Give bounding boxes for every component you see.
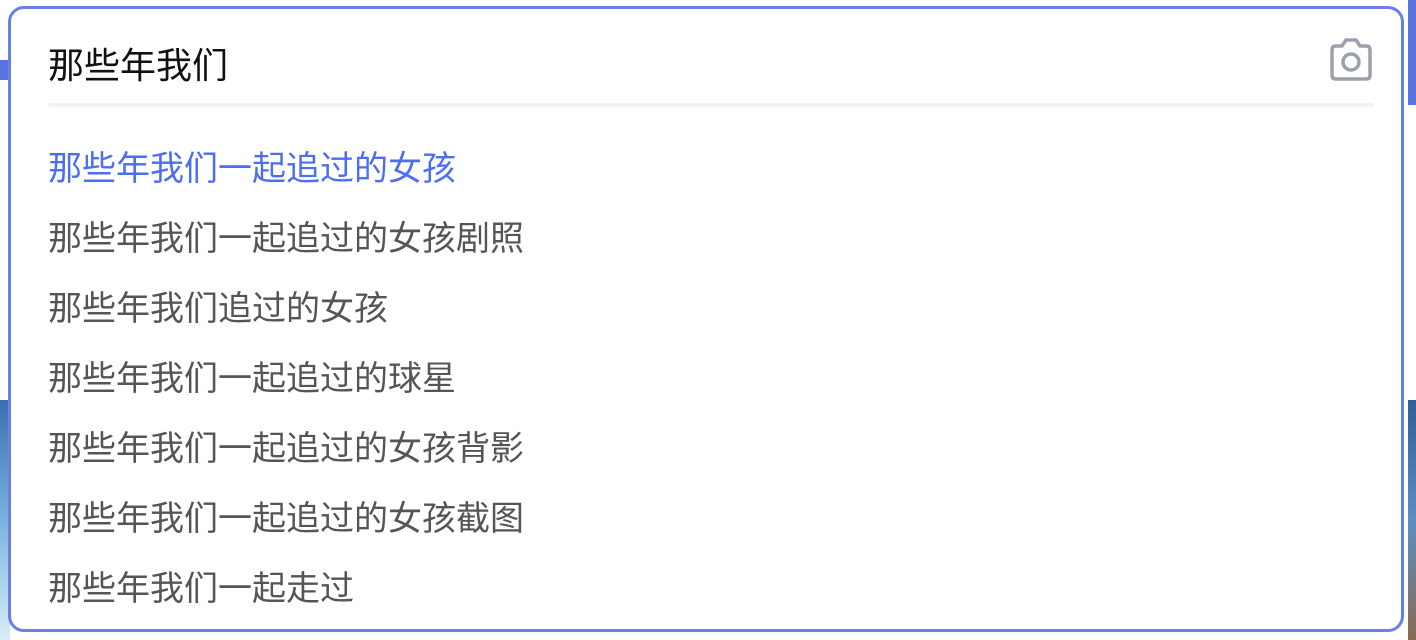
background-fragment-right-top	[1408, 0, 1416, 105]
suggestion-item[interactable]: 那些年我们一起追过的女孩截图	[48, 484, 1378, 554]
search-input-row	[48, 33, 1378, 93]
search-input[interactable]	[48, 39, 1248, 87]
suggestion-item[interactable]: 那些年我们一起追过的女孩背影	[48, 414, 1378, 484]
camera-icon	[1330, 38, 1372, 81]
background-fragment-left-top	[0, 60, 8, 80]
suggestion-item[interactable]: 那些年我们一起追过的球星	[48, 344, 1378, 414]
image-search-button[interactable]	[1324, 35, 1378, 85]
suggestion-list: 那些年我们一起追过的女孩 那些年我们一起追过的女孩剧照 那些年我们追过的女孩 那…	[48, 134, 1378, 624]
suggestion-item[interactable]: 那些年我们追过的女孩	[48, 274, 1378, 344]
input-divider	[48, 103, 1374, 107]
suggestion-item[interactable]: 那些年我们一起追过的女孩	[48, 134, 1378, 204]
suggestion-item[interactable]: 那些年我们一起追过的女孩剧照	[48, 204, 1378, 274]
search-suggestion-panel: 那些年我们一起追过的女孩 那些年我们一起追过的女孩剧照 那些年我们追过的女孩 那…	[8, 6, 1404, 632]
suggestion-item[interactable]: 那些年我们一起走过	[48, 554, 1378, 624]
background-image-fragment-right	[1408, 400, 1416, 640]
